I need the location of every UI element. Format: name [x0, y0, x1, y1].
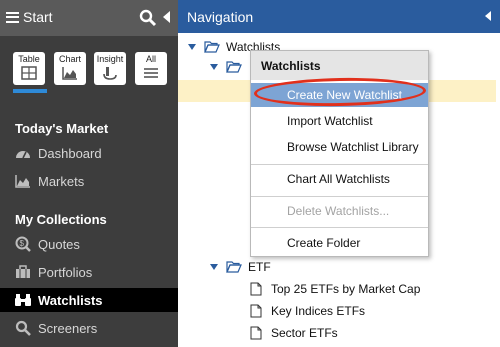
sidebar-item-label: Watchlists [38, 292, 103, 308]
view-switcher: Table Chart Insight All [0, 52, 178, 88]
tree-item-label: Key Indices ETFs [271, 304, 366, 318]
expand-caret-icon[interactable] [188, 44, 196, 50]
navigation-title: Navigation [187, 9, 254, 25]
section-my-collections: My Collections [15, 212, 107, 227]
menu-header-label: Watchlists [261, 59, 321, 73]
view-all-label: All [145, 54, 156, 64]
sidebar-item-label: Quotes [38, 236, 80, 252]
menu-item-label: Chart All Watchlists [287, 172, 390, 186]
folder-open-icon [204, 41, 220, 53]
chart-icon [62, 67, 77, 80]
document-icon [250, 326, 262, 340]
sidebar-item-screeners[interactable]: Screeners [0, 316, 178, 340]
sidebar-item-label: Dashboard [38, 145, 102, 161]
view-chart-button[interactable]: Chart [54, 52, 86, 85]
tree-node-label: ETF [248, 260, 271, 274]
sidebar-item-label: Screeners [38, 320, 98, 336]
tree-item-watchlist[interactable]: Key Indices ETFs [250, 302, 365, 320]
sidebar-item-dashboard[interactable]: Dashboard [0, 141, 178, 165]
sidebar-topbar: Start [0, 0, 178, 36]
menu-item-label: Browse Watchlist Library [287, 140, 419, 154]
navigation-header: Navigation [178, 0, 500, 33]
expand-caret-icon[interactable] [210, 64, 218, 70]
briefcase-icon [14, 264, 32, 280]
left-sidebar: Start Table Chart Insight All Today's Ma… [0, 0, 178, 347]
view-insight-label: Insight [96, 54, 124, 64]
view-all-button[interactable]: All [135, 52, 167, 85]
gauge-icon [14, 145, 32, 161]
tree-item-watchlist[interactable]: Sector ETFs [250, 324, 338, 342]
view-table-button[interactable]: Table [13, 52, 45, 85]
menu-item-import-watchlist[interactable]: Import Watchlist [251, 109, 428, 133]
folder-open-icon [226, 61, 242, 73]
sidebar-item-portfolios[interactable]: Portfolios [0, 260, 178, 284]
table-icon [21, 66, 37, 80]
hamburger-icon [6, 11, 19, 23]
menu-item-browse-watchlist-library[interactable]: Browse Watchlist Library [251, 135, 428, 159]
svg-text:$: $ [20, 239, 25, 248]
tree-item-label: Top 25 ETFs by Market Cap [271, 282, 421, 296]
menu-item-delete-watchlists: Delete Watchlists... [251, 199, 428, 223]
sidebar-item-label: Portfolios [38, 264, 93, 280]
menu-separator [251, 227, 428, 228]
view-chart-label: Chart [58, 54, 81, 64]
tree-node-etf[interactable]: ETF [210, 258, 271, 276]
view-table-label: Table [18, 54, 40, 64]
start-label: Start [23, 9, 53, 25]
magnifier-icon [14, 320, 32, 336]
section-todays-market: Today's Market [15, 121, 109, 136]
folder-open-icon [226, 261, 242, 273]
tree-item-label: Sector ETFs [271, 326, 338, 340]
document-icon [250, 304, 262, 318]
tree-item-watchlist[interactable]: Top 25 ETFs by Market Cap [250, 280, 420, 298]
binoculars-icon [14, 292, 32, 308]
list-icon [144, 68, 158, 78]
menu-item-label: Import Watchlist [287, 114, 373, 128]
document-icon [250, 282, 262, 296]
view-insight-button[interactable]: Insight [94, 52, 126, 85]
sidebar-item-quotes[interactable]: $ Quotes [0, 232, 178, 256]
start-menu-button[interactable]: Start [6, 9, 53, 25]
sidebar-item-label: Markets [38, 173, 85, 189]
area-chart-icon [14, 173, 32, 189]
collapse-panel-icon[interactable] [485, 11, 491, 21]
menu-item-create-folder[interactable]: Create Folder [251, 231, 428, 255]
collapse-sidebar-icon[interactable] [163, 11, 170, 23]
dollar-search-icon: $ [14, 236, 32, 252]
expand-caret-icon[interactable] [210, 264, 218, 270]
sidebar-item-markets[interactable]: Markets [0, 169, 178, 193]
menu-item-label: Delete Watchlists... [287, 204, 390, 218]
menu-item-chart-all-watchlists[interactable]: Chart All Watchlists [251, 167, 428, 191]
insight-icon [103, 67, 117, 80]
menu-separator [251, 196, 428, 197]
search-icon[interactable] [139, 9, 157, 27]
menu-item-label: Create Folder [287, 236, 361, 250]
active-view-indicator [13, 89, 47, 93]
menu-separator [251, 164, 428, 165]
tree-node-subfolder[interactable] [210, 58, 248, 76]
sidebar-item-watchlists[interactable]: Watchlists [0, 288, 178, 312]
menu-header: Watchlists [251, 51, 428, 80]
